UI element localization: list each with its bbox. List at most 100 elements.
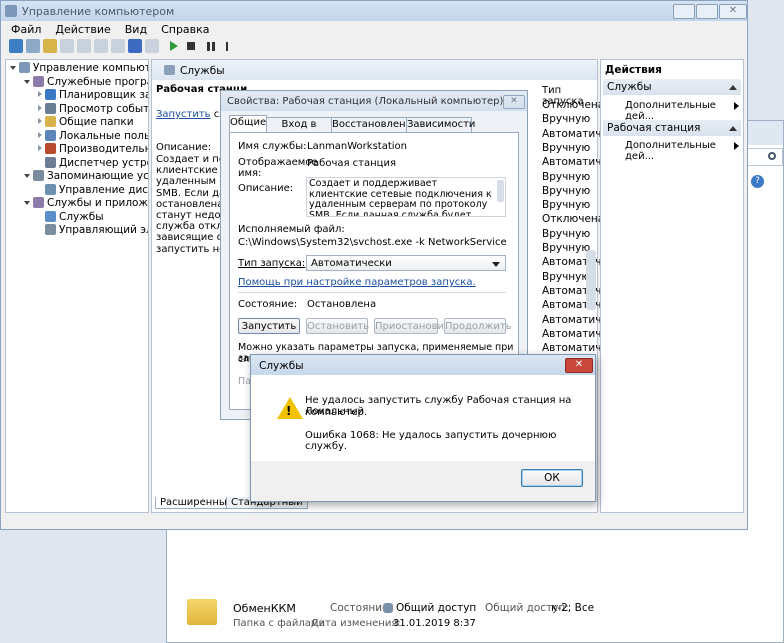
actions-more-workstation[interactable]: Дополнительные дей... [625,140,741,162]
description-scrollbar[interactable] [497,180,504,202]
description-line: зависящие от н [156,232,222,244]
tree-item-label: Общие папки [59,116,134,128]
tree-item[interactable]: Службы и приложения [24,197,148,210]
description-label: Описание: [156,142,212,153]
tree-item-label: Запоминающие устройст [47,170,149,182]
expand-arrow-icon[interactable] [38,91,42,97]
menu-bar: Файл Действие Вид Справка [11,22,224,38]
toolbar [9,39,234,55]
actions-pane: Действия Службы Дополнительные дей... Ра… [600,59,744,513]
event-viewer-icon [45,102,56,114]
minimize-button[interactable] [673,4,695,19]
startup-type-cell: Вручную [542,113,591,126]
description-line: удаленным сер [156,176,222,188]
console-icon[interactable] [145,39,159,53]
actions-more-services[interactable]: Дополнительные дей... [625,100,741,122]
startup-type-select[interactable]: Автоматически [306,255,506,271]
properties-icon[interactable] [77,39,91,53]
services-scrollbar[interactable] [586,250,596,310]
menu-help[interactable]: Справка [161,23,209,36]
tree-item[interactable]: Службы [38,210,103,224]
tree-item[interactable]: Диспетчер устройств [38,156,148,170]
expand-arrow-icon[interactable] [38,104,42,111]
tree-item[interactable]: Управляющий элемен [38,224,148,237]
stop-button[interactable]: Остановить [306,318,369,334]
expand-arrow-icon[interactable] [10,66,16,70]
close-button[interactable]: ✕ [719,4,747,19]
forward-icon[interactable] [26,39,40,53]
tree-item[interactable]: Общие папки [38,116,134,129]
ok-button[interactable]: ОК [521,469,583,487]
expand-arrow-icon[interactable] [38,131,42,138]
error-close-button[interactable]: ✕ [565,358,593,373]
actions-section-workstation[interactable]: Рабочая станция [603,120,741,136]
collapse-icon[interactable] [729,126,737,131]
tree-item[interactable]: Просмотр событий [38,102,148,116]
expand-arrow-icon[interactable] [24,174,30,178]
description-line: станут недосту [156,210,222,222]
expand-arrow-icon[interactable] [24,79,30,84]
properties-tabs: Общие Вход в систему Восстановление Зави… [229,115,519,144]
tree-item[interactable]: Производительность [38,143,148,156]
show-tree-icon[interactable] [60,39,74,53]
refresh-icon[interactable] [111,39,125,53]
expand-arrow-icon[interactable] [38,118,42,124]
tree-item[interactable]: Управление компьютером (л [10,62,148,75]
tree-pane: Управление компьютером (лСлужебные прогр… [5,59,149,513]
expand-arrow-icon[interactable] [24,201,30,205]
error-body: ! Не удалось запустить службу Рабочая ст… [251,375,595,461]
computer-icon [19,62,30,73]
computer-management-icon [5,5,17,17]
menu-file[interactable]: Файл [11,23,41,36]
tree-item-label: Производительность [59,143,148,155]
collapse-icon[interactable] [729,85,737,90]
startup-type-column: Отключена Вручную Автоматич Вручную Автомати… [538,98,604,370]
menu-action[interactable]: Действие [55,23,110,36]
back-icon[interactable] [9,39,23,53]
pause-icon[interactable] [206,41,215,51]
actions-section-services[interactable]: Службы [603,79,741,95]
tree-item[interactable]: Запоминающие устройст [24,170,149,183]
tree-item[interactable]: Локальные пользовате [38,129,148,143]
tree-item-label: Планировщик заданий [59,89,148,101]
tree-item-label: Служебные программы [47,75,148,88]
help-icon[interactable] [128,39,142,53]
folder-name[interactable]: ОбменККМ [233,602,296,615]
properties-title: Свойства: Рабочая станция (Локальный ком… [227,96,504,107]
service-name-label: Имя службы: [238,141,307,152]
folder-modified-value: 31.01.2019 8:37 [393,618,476,629]
resume-button[interactable]: Продолжить [444,318,512,334]
tree-item[interactable]: Управление дисками [38,183,148,197]
main-titlebar: Управление компьютером ✕ [1,1,747,21]
tab-logon[interactable]: Вход в систему [266,117,332,144]
warning-exclamation: ! [286,404,292,418]
pause-button[interactable]: Приостановить [374,318,456,334]
chevron-down-icon [492,262,500,267]
up-folder-icon[interactable] [43,39,57,53]
tab-dependencies[interactable]: Зависимости [406,117,475,133]
startup-type-cell: Вручную [542,141,591,154]
play-icon[interactable] [169,41,178,51]
stop-icon[interactable] [187,42,195,50]
properties-close-button[interactable]: ✕ [503,95,525,109]
start-button[interactable]: Запустить [238,318,300,334]
export-icon[interactable] [94,39,108,53]
expand-arrow-icon[interactable] [38,145,42,151]
tab-recovery[interactable]: Восстановление [331,117,418,133]
menu-view[interactable]: Вид [125,23,147,36]
maximize-button[interactable] [696,4,718,19]
main-title: Управление компьютером [22,5,175,18]
restart-icon[interactable] [226,41,234,51]
actions-title: Действия [605,64,662,76]
shared-users-icon [383,603,393,613]
tree-item[interactable]: Служебные программы [24,75,148,89]
description-box[interactable]: Создает и поддерживает клиентские сетевы… [306,177,506,217]
error-dialog: Службы ✕ ! Не удалось запустить службу Р… [250,354,596,502]
startup-help-link[interactable]: Помощь при настройке параметров запуска. [238,277,476,288]
tree-item-label: Управление компьютером (л [33,62,148,74]
background-help-icon[interactable]: ? [751,175,764,188]
tree-item[interactable]: Планировщик заданий [38,89,148,102]
background-search-box[interactable] [745,148,783,166]
tab-general[interactable]: Общие [229,115,267,133]
startup-type-cell: Автоматич [542,156,602,169]
